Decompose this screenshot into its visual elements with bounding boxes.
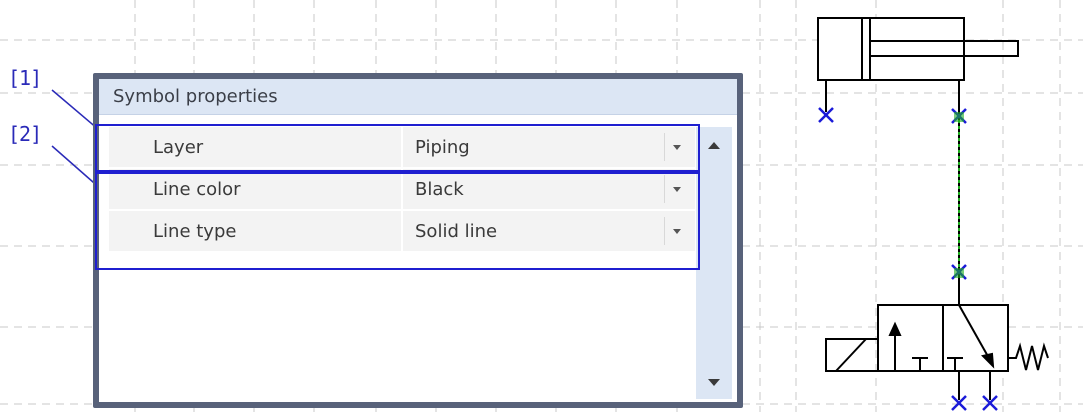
valve-symbol <box>825 304 1049 372</box>
highlight-box-1 <box>95 124 700 174</box>
highlight-box-2 <box>95 170 700 270</box>
scroll-up-icon[interactable] <box>708 142 720 149</box>
panel-title: Symbol properties <box>99 79 737 115</box>
scroll-down-icon[interactable] <box>708 379 720 386</box>
cylinder-symbol <box>817 17 1019 81</box>
callout-label-1: [1] <box>8 66 42 90</box>
callout-label-2: [2] <box>8 122 42 146</box>
vertical-scrollbar[interactable] <box>696 127 732 399</box>
